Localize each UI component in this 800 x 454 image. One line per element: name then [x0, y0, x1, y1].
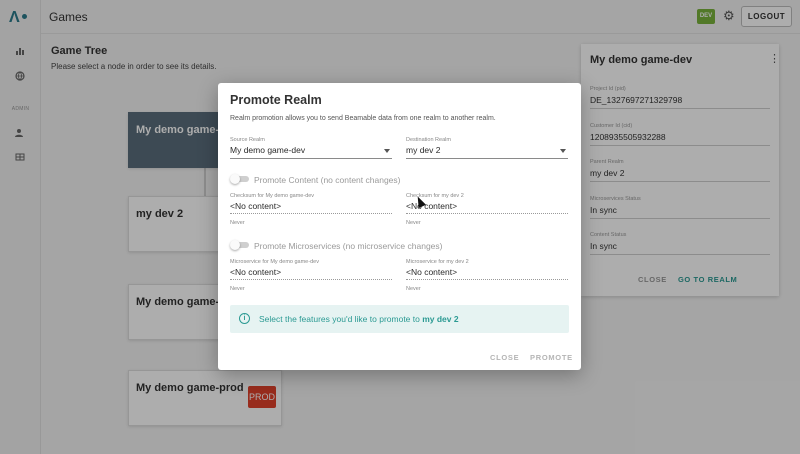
- content-source-checksum: Checksum for My demo game-dev <No conten…: [230, 193, 392, 214]
- dialog-close-button[interactable]: CLOSE: [490, 353, 519, 362]
- field-value: <No content>: [230, 267, 282, 277]
- info-icon: i: [239, 313, 250, 324]
- chevron-down-icon: [560, 149, 566, 153]
- destination-realm-select[interactable]: Destination Realm my dev 2: [406, 137, 568, 159]
- field-value: <No content>: [406, 201, 458, 211]
- info-banner: i Select the features you'd like to prom…: [230, 305, 569, 333]
- promote-button[interactable]: PROMOTE: [530, 353, 573, 362]
- info-text: Select the features you'd like to promot…: [259, 314, 459, 324]
- microservice-dest-updated: Never: [406, 286, 421, 292]
- content-source-updated: Never: [230, 220, 245, 226]
- microservice-source: Microservice for My demo game-dev <No co…: [230, 259, 392, 280]
- info-target-realm: my dev 2: [422, 314, 459, 324]
- promote-microservices-label: Promote Microservices (no microservice c…: [254, 241, 443, 251]
- field-value: <No content>: [406, 267, 458, 277]
- content-dest-checksum: Checksum for my dev 2 <No content>: [406, 193, 568, 214]
- promote-microservices-toggle[interactable]: [230, 240, 250, 250]
- microservice-source-updated: Never: [230, 286, 245, 292]
- promote-content-label: Promote Content (no content changes): [254, 175, 401, 185]
- info-message: Select the features you'd like to promot…: [259, 314, 423, 324]
- microservice-dest: Microservice for my dev 2 <No content>: [406, 259, 568, 280]
- promote-content-toggle[interactable]: [230, 174, 250, 184]
- source-realm-value: My demo game-dev: [230, 145, 306, 155]
- dialog-description: Realm promotion allows you to send Beama…: [230, 115, 496, 122]
- source-realm-select[interactable]: Source Realm My demo game-dev: [230, 137, 392, 159]
- toggle-thumb: [230, 240, 240, 250]
- chevron-down-icon: [384, 149, 390, 153]
- dialog-title: Promote Realm: [230, 93, 322, 107]
- content-dest-updated: Never: [406, 220, 421, 226]
- toggle-thumb: [230, 174, 240, 184]
- promote-realm-dialog: Promote Realm Realm promotion allows you…: [218, 83, 581, 370]
- destination-realm-value: my dev 2: [406, 145, 441, 155]
- field-value: <No content>: [230, 201, 282, 211]
